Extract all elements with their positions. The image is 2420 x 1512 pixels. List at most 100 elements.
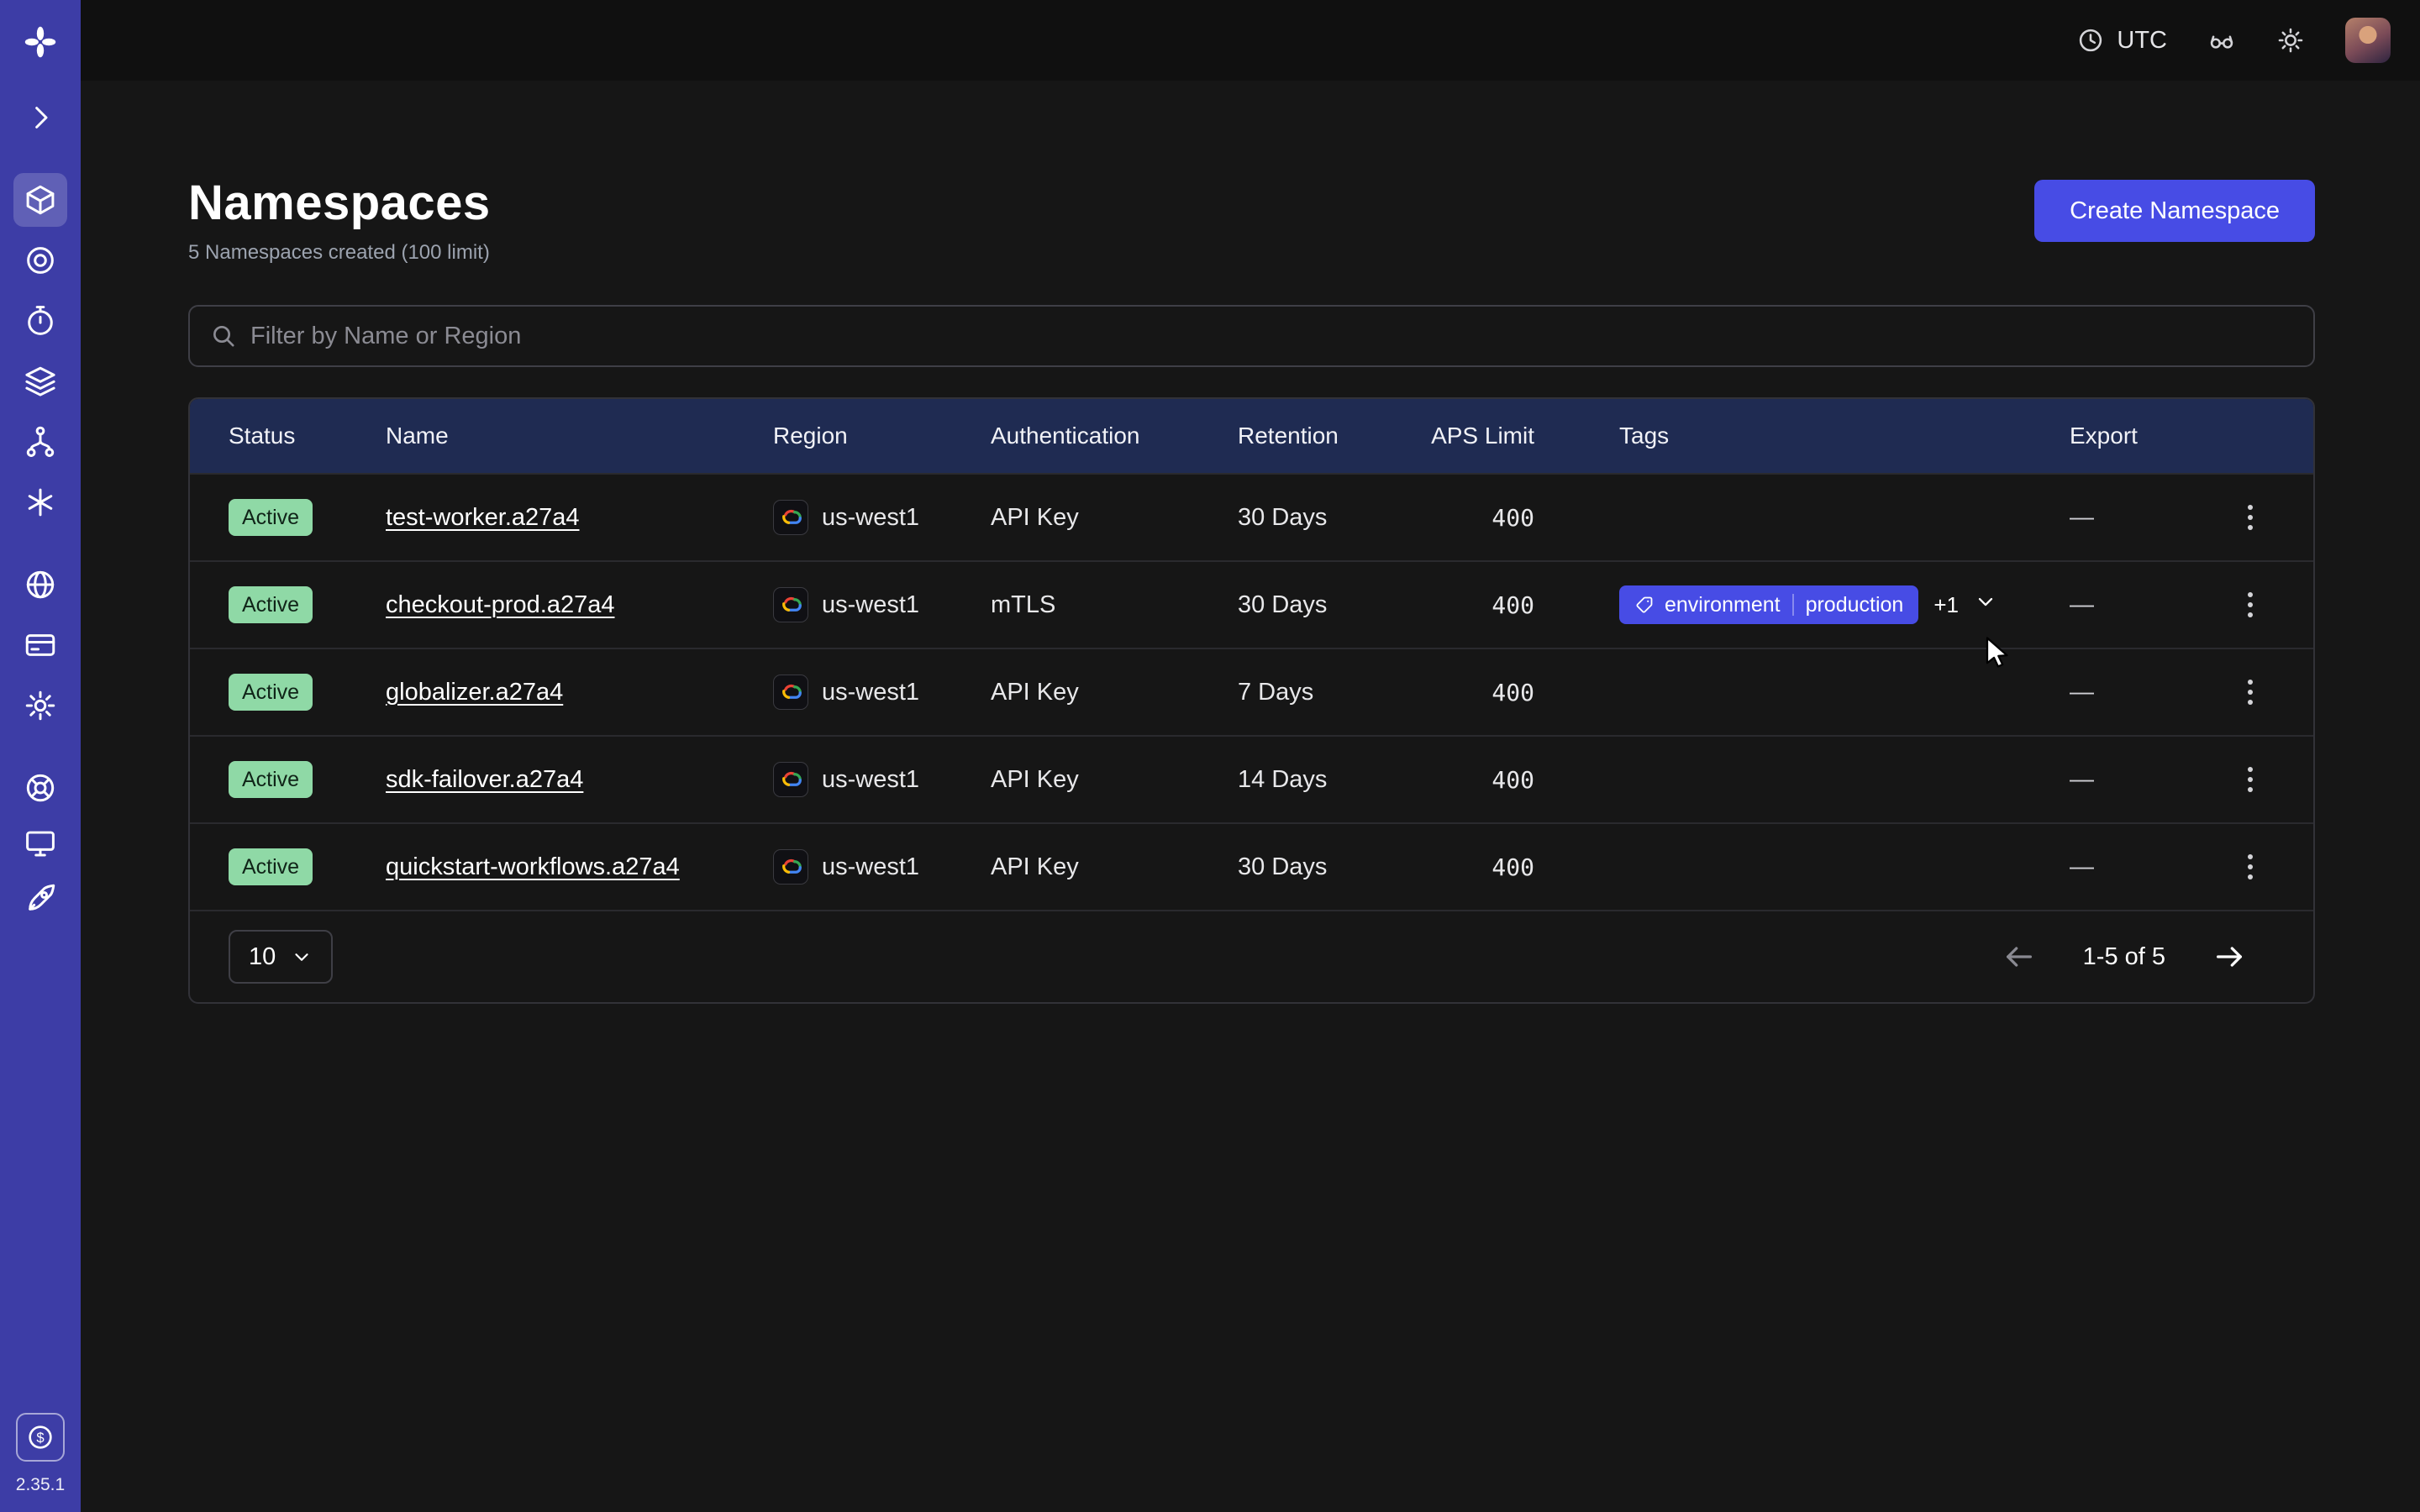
kebab-menu-icon[interactable]: [2241, 498, 2260, 537]
filter-search-box[interactable]: [188, 305, 2315, 367]
next-page-button[interactable]: [2212, 940, 2246, 974]
tag-key: environment: [1665, 593, 1781, 617]
sidebar-item-rings[interactable]: [13, 234, 67, 287]
kebab-menu-icon[interactable]: [2241, 848, 2260, 886]
table-header-row: Status Name Region Authentication Retent…: [190, 399, 2313, 473]
cube-icon: [23, 182, 58, 218]
region-label: us-west1: [822, 504, 919, 532]
export-value: —: [2070, 853, 2094, 881]
tags-expand-chevron-icon[interactable]: [1974, 590, 1997, 620]
sidebar-item-settings[interactable]: [13, 679, 67, 732]
arrow-right-icon: [2212, 940, 2246, 974]
gcp-region-icon: [773, 587, 808, 622]
previous-page-button[interactable]: [2002, 940, 2036, 974]
page-size-select[interactable]: 10: [229, 930, 333, 984]
sidebar-item-screen[interactable]: [13, 816, 67, 870]
sidebar-item-billing[interactable]: [13, 618, 67, 672]
sidebar-item-globe[interactable]: [13, 558, 67, 612]
namespace-link[interactable]: sdk-failover.a27a4: [386, 766, 583, 793]
region-label: us-west1: [822, 591, 919, 619]
accessibility-button[interactable]: [2207, 26, 2236, 55]
retention-value: 14 Days: [1238, 766, 1431, 794]
app-logo-icon: [13, 15, 67, 69]
sidebar-item-layers[interactable]: [13, 354, 67, 408]
create-namespace-button[interactable]: Create Namespace: [2034, 180, 2315, 242]
auth-value: API Key: [991, 853, 1238, 881]
asterisk-icon: [23, 485, 58, 520]
export-value: —: [2070, 679, 2094, 706]
topbar: UTC: [81, 0, 2420, 81]
gear-icon: [23, 688, 58, 723]
arrow-left-icon: [2002, 940, 2036, 974]
table-row: Active globalizer.a27a4 us-west1 API Key…: [190, 648, 2313, 735]
app-version: 2.35.1: [16, 1475, 65, 1495]
svg-text:$: $: [36, 1430, 44, 1446]
table-footer: 10 1-5 of 5: [190, 910, 2313, 1002]
kebab-menu-icon[interactable]: [2241, 673, 2260, 711]
user-avatar[interactable]: [2345, 18, 2391, 63]
column-header-status: Status: [229, 423, 386, 449]
sidebar-item-timer[interactable]: [13, 294, 67, 348]
status-badge: Active: [229, 761, 313, 798]
sidebar: $ 2.35.1: [0, 0, 81, 1512]
status-badge: Active: [229, 674, 313, 711]
auth-value: API Key: [991, 679, 1238, 706]
export-value: —: [2070, 766, 2094, 794]
sidebar-item-support[interactable]: [13, 761, 67, 815]
aps-value: 400: [1431, 679, 1619, 706]
timezone-selector[interactable]: UTC: [2076, 26, 2167, 55]
export-value: —: [2070, 504, 2094, 532]
sidebar-item-rocket[interactable]: [13, 872, 67, 926]
rings-icon: [23, 243, 58, 278]
auth-value: API Key: [991, 504, 1238, 532]
tag-value: production: [1806, 593, 1904, 617]
region-label: us-west1: [822, 853, 919, 881]
usage-shortcut-button[interactable]: $: [16, 1413, 65, 1462]
kebab-menu-icon[interactable]: [2241, 585, 2260, 624]
column-header-name: Name: [386, 423, 773, 449]
page-size-value: 10: [249, 943, 276, 971]
retention-value: 30 Days: [1238, 591, 1431, 619]
auth-value: mTLS: [991, 591, 1238, 619]
timezone-label: UTC: [2117, 27, 2167, 55]
page-subtitle: 5 Namespaces created (100 limit): [188, 241, 491, 265]
rocket-icon: [23, 881, 58, 916]
namespace-link[interactable]: checkout-prod.a27a4: [386, 591, 614, 618]
usage-dollar-icon: $: [24, 1420, 57, 1454]
tag-badge[interactable]: environment production: [1619, 585, 1918, 624]
timer-icon: [23, 303, 58, 339]
table-row: Active test-worker.a27a4 us-west1 API Ke…: [190, 473, 2313, 560]
sidebar-item-nexus[interactable]: [13, 475, 67, 529]
monitor-icon: [23, 826, 58, 861]
sidebar-expand-chevron-icon[interactable]: [13, 91, 67, 144]
table-row: Active checkout-prod.a27a4 us-west1 mTLS…: [190, 560, 2313, 648]
globe-icon: [23, 567, 58, 602]
column-header-region: Region: [773, 423, 991, 449]
pagination-range: 1-5 of 5: [2083, 943, 2165, 971]
retention-value: 7 Days: [1238, 679, 1431, 706]
aps-value: 400: [1431, 766, 1619, 794]
namespaces-table: Status Name Region Authentication Retent…: [188, 397, 2315, 1004]
namespace-link[interactable]: test-worker.a27a4: [386, 504, 580, 531]
theme-toggle-button[interactable]: [2276, 26, 2305, 55]
glasses-icon: [2207, 26, 2236, 55]
column-header-auth: Authentication: [991, 423, 1238, 449]
table-row: Active quickstart-workflows.a27a4 us-wes…: [190, 822, 2313, 910]
column-header-tags: Tags: [1619, 423, 2070, 449]
tag-icon: [1634, 595, 1655, 615]
sun-icon: [2276, 26, 2305, 55]
export-value: —: [2070, 591, 2094, 619]
sidebar-item-namespaces[interactable]: [13, 173, 67, 227]
auth-value: API Key: [991, 766, 1238, 794]
gcp-region-icon: [773, 762, 808, 797]
namespace-link[interactable]: quickstart-workflows.a27a4: [386, 853, 680, 880]
layers-icon: [23, 364, 58, 399]
sidebar-item-branch[interactable]: [13, 415, 67, 469]
namespace-link[interactable]: globalizer.a27a4: [386, 679, 563, 706]
kebab-menu-icon[interactable]: [2241, 760, 2260, 799]
filter-search-input[interactable]: [250, 323, 2293, 350]
gcp-region-icon: [773, 849, 808, 885]
aps-value: 400: [1431, 853, 1619, 881]
lifebuoy-icon: [23, 770, 58, 806]
tag-divider: [1792, 594, 1794, 616]
